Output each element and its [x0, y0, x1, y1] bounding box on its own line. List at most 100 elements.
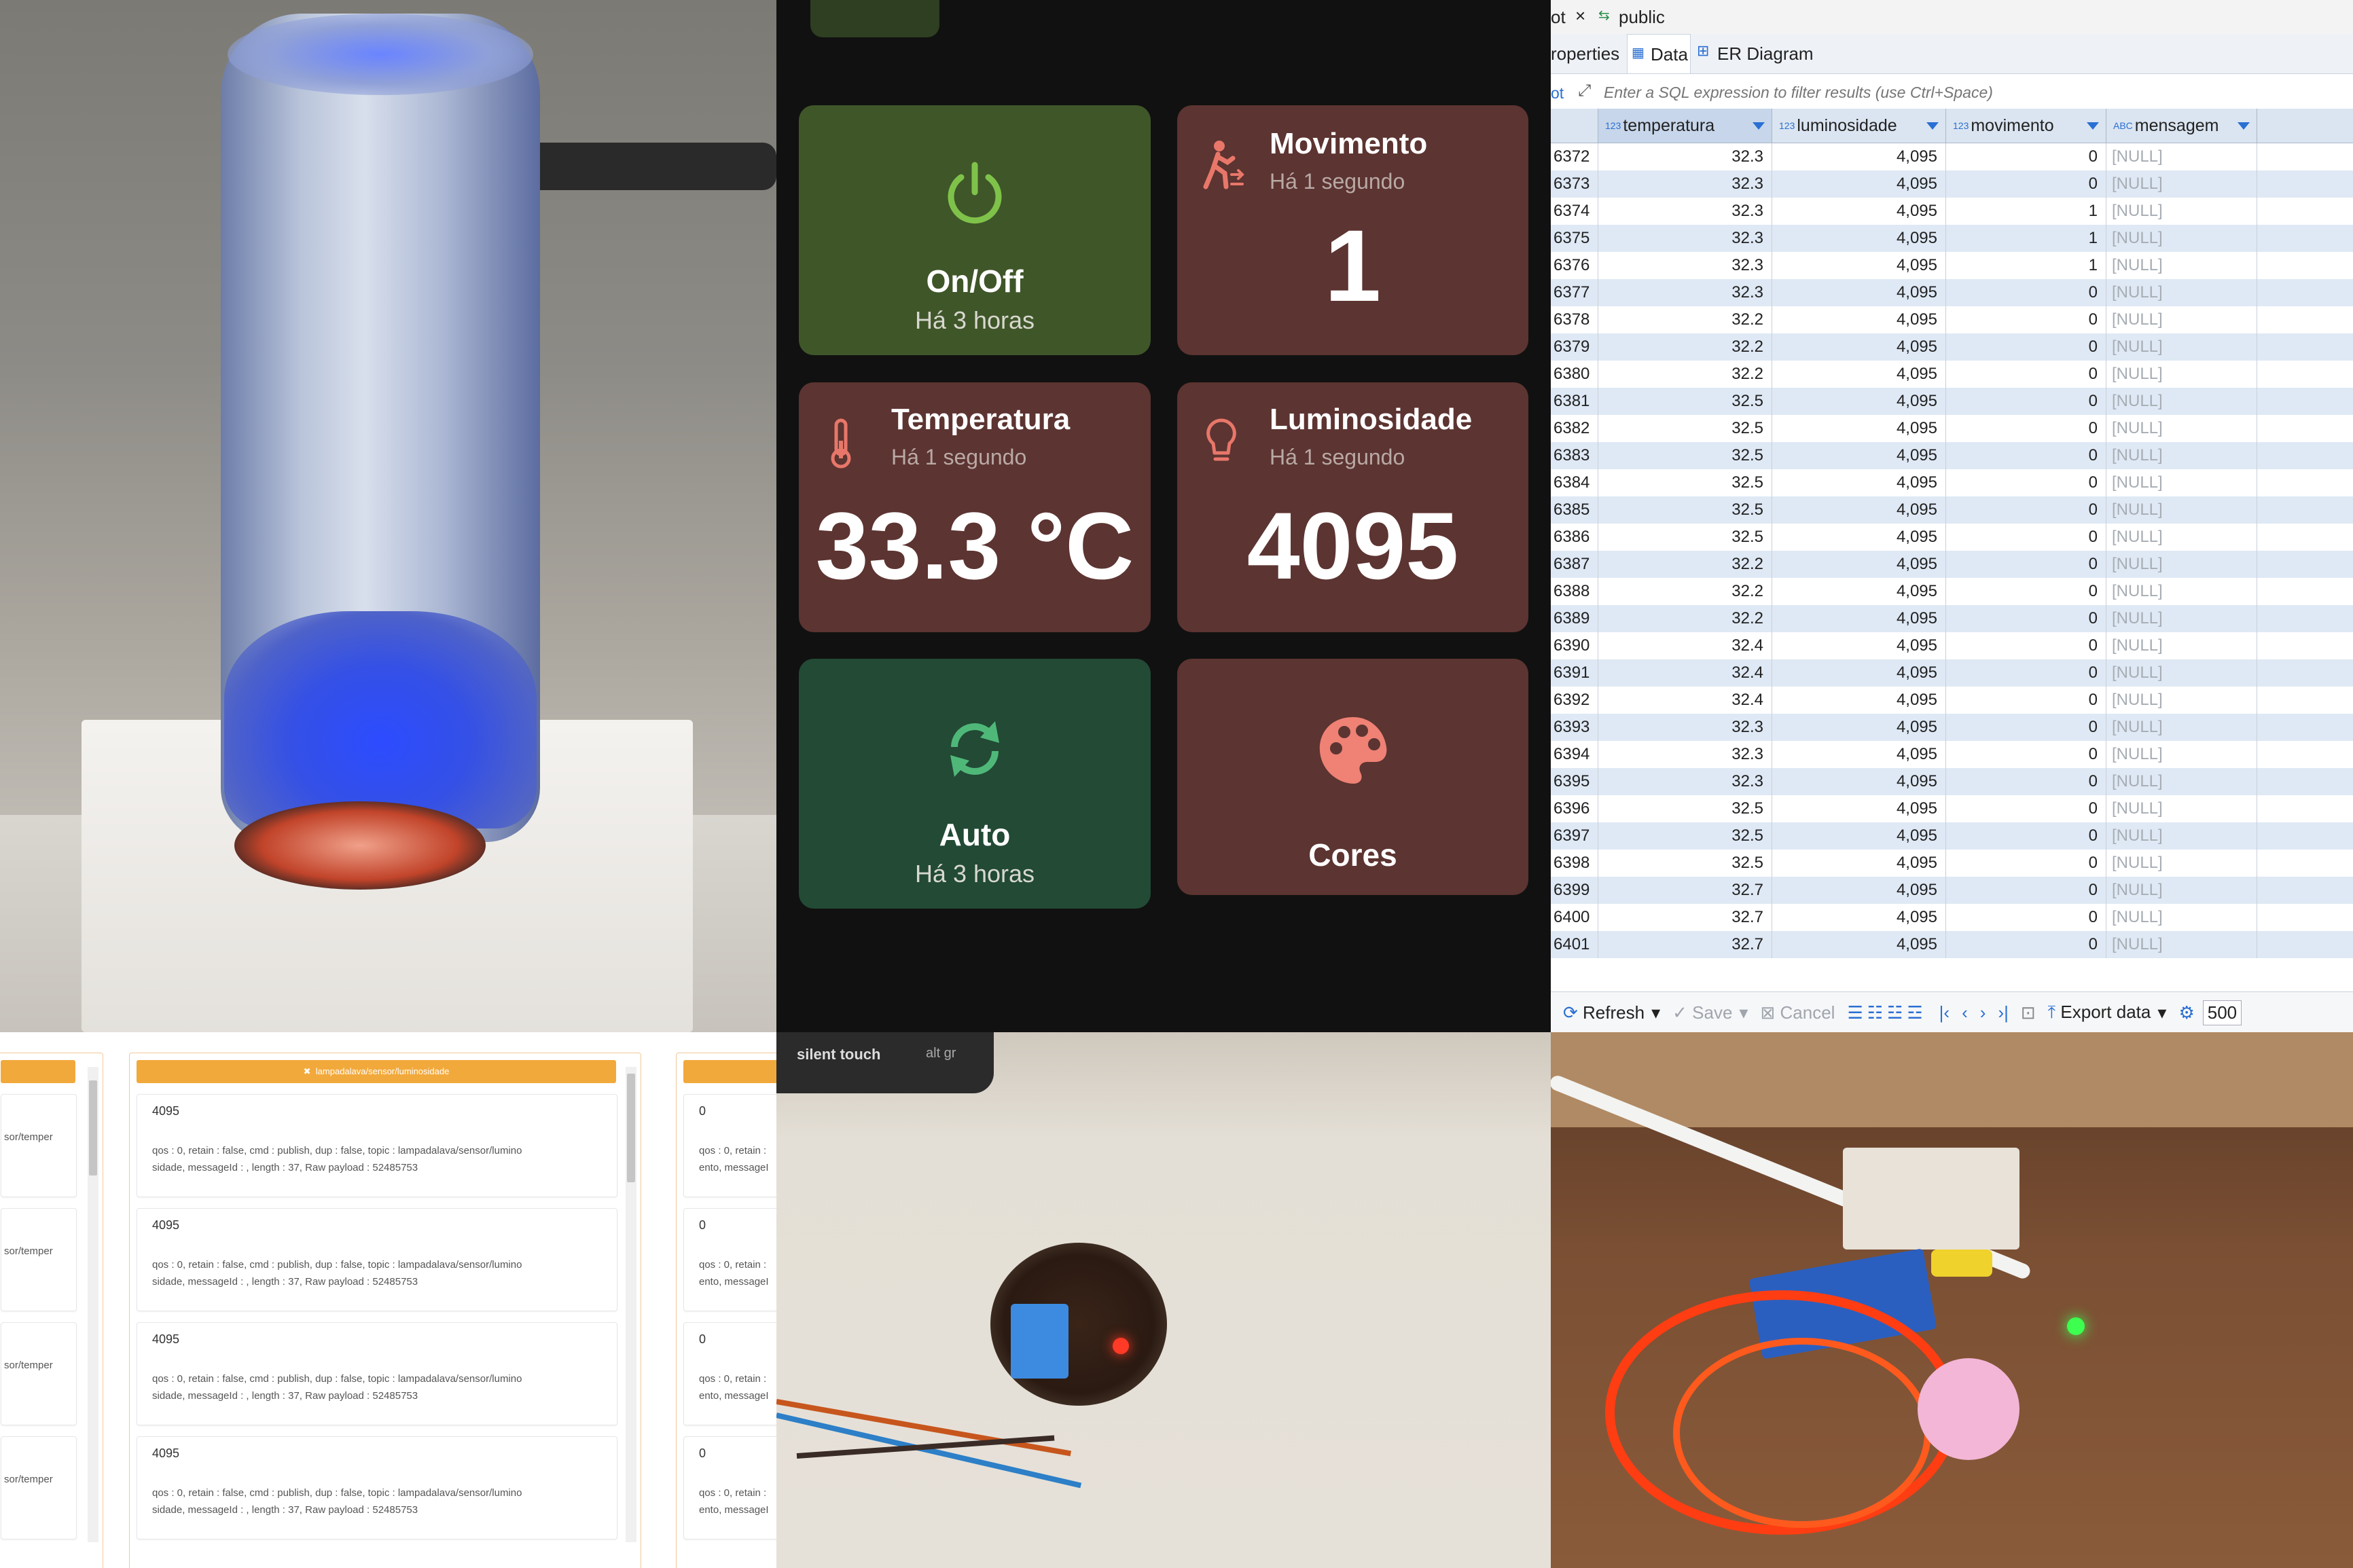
- cell-mensagem[interactable]: [NULL]: [2106, 524, 2257, 551]
- power-card[interactable]: On/Off Há 3 horas: [799, 105, 1151, 355]
- table-row[interactable]: 6400 32.7 4,095 0 [NULL]: [1551, 904, 2353, 931]
- row-number[interactable]: 6381: [1551, 388, 1598, 415]
- cell-luminosidade[interactable]: 4,095: [1772, 225, 1946, 252]
- cell-temperatura[interactable]: 32.7: [1598, 877, 1772, 904]
- row-number[interactable]: 6373: [1551, 170, 1598, 198]
- cell-luminosidade[interactable]: 4,095: [1772, 822, 1946, 850]
- cell-movimento[interactable]: 0: [1946, 361, 2106, 388]
- cell-mensagem[interactable]: [NULL]: [2106, 333, 2257, 361]
- colors-card[interactable]: Cores: [1177, 659, 1528, 895]
- table-row[interactable]: 6398 32.5 4,095 0 [NULL]: [1551, 850, 2353, 877]
- table-row[interactable]: 6373 32.3 4,095 0 [NULL]: [1551, 170, 2353, 198]
- cell-movimento[interactable]: 0: [1946, 442, 2106, 469]
- table-row[interactable]: 6382 32.5 4,095 0 [NULL]: [1551, 415, 2353, 442]
- cell-mensagem[interactable]: [NULL]: [2106, 904, 2257, 931]
- cell-mensagem[interactable]: [NULL]: [2106, 850, 2257, 877]
- cell-movimento[interactable]: 0: [1946, 931, 2106, 958]
- row-number[interactable]: 6379: [1551, 333, 1598, 361]
- cell-mensagem[interactable]: [NULL]: [2106, 822, 2257, 850]
- table-row[interactable]: 6391 32.4 4,095 0 [NULL]: [1551, 659, 2353, 687]
- chevron-down-icon[interactable]: [2087, 122, 2099, 130]
- cell-temperatura[interactable]: 32.2: [1598, 551, 1772, 578]
- cell-mensagem[interactable]: [NULL]: [2106, 931, 2257, 958]
- cell-temperatura[interactable]: 32.3: [1598, 225, 1772, 252]
- message-card[interactable]: 0 qos : 0, retain : ento, messageI: [683, 1436, 776, 1539]
- row-number[interactable]: 6385: [1551, 496, 1598, 524]
- cell-mensagem[interactable]: [NULL]: [2106, 170, 2257, 198]
- refresh-dropdown-icon[interactable]: ▾: [1651, 1002, 1660, 1023]
- cell-luminosidade[interactable]: 4,095: [1772, 605, 1946, 632]
- cell-temperatura[interactable]: 32.7: [1598, 904, 1772, 931]
- message-card[interactable]: 4095 qos : 0, retain : false, cmd : publi…: [137, 1436, 617, 1539]
- row-number[interactable]: 6393: [1551, 714, 1598, 741]
- message-card[interactable]: 0 qos : 0, retain : ento, messageI: [683, 1208, 776, 1311]
- cell-temperatura[interactable]: 32.5: [1598, 388, 1772, 415]
- cell-temperatura[interactable]: 32.3: [1598, 279, 1772, 306]
- cell-temperatura[interactable]: 32.3: [1598, 143, 1772, 170]
- cell-mensagem[interactable]: [NULL]: [2106, 388, 2257, 415]
- table-row[interactable]: 6384 32.5 4,095 0 [NULL]: [1551, 469, 2353, 496]
- row-number[interactable]: 6383: [1551, 442, 1598, 469]
- cell-temperatura[interactable]: 32.2: [1598, 578, 1772, 605]
- table-row[interactable]: 6379 32.2 4,095 0 [NULL]: [1551, 333, 2353, 361]
- row-number[interactable]: 6399: [1551, 877, 1598, 904]
- row-number[interactable]: 6388: [1551, 578, 1598, 605]
- cell-mensagem[interactable]: [NULL]: [2106, 714, 2257, 741]
- cell-mensagem[interactable]: [NULL]: [2106, 442, 2257, 469]
- filter-input[interactable]: [1602, 80, 2346, 105]
- close-icon[interactable]: ✖: [304, 1066, 311, 1076]
- cell-luminosidade[interactable]: 4,095: [1772, 795, 1946, 822]
- table-row[interactable]: 6381 32.5 4,095 0 [NULL]: [1551, 388, 2353, 415]
- cell-movimento[interactable]: 0: [1946, 904, 2106, 931]
- table-row[interactable]: 6396 32.5 4,095 0 [NULL]: [1551, 795, 2353, 822]
- cell-mensagem[interactable]: [NULL]: [2106, 578, 2257, 605]
- tab-properties[interactable]: roperties: [1551, 43, 1619, 65]
- cell-movimento[interactable]: 0: [1946, 714, 2106, 741]
- cell-movimento[interactable]: 0: [1946, 170, 2106, 198]
- cell-temperatura[interactable]: 32.5: [1598, 496, 1772, 524]
- cell-temperatura[interactable]: 32.5: [1598, 795, 1772, 822]
- cell-luminosidade[interactable]: 4,095: [1772, 659, 1946, 687]
- cell-luminosidade[interactable]: 4,095: [1772, 768, 1946, 795]
- table-row[interactable]: 6399 32.7 4,095 0 [NULL]: [1551, 877, 2353, 904]
- next-page-icon[interactable]: ›: [1980, 1002, 1986, 1023]
- scrollbar-thumb[interactable]: [89, 1080, 97, 1175]
- cell-temperatura[interactable]: 32.3: [1598, 741, 1772, 768]
- save-dropdown-icon[interactable]: ▾: [1739, 1002, 1748, 1023]
- chevron-down-icon[interactable]: [1926, 122, 1939, 130]
- table-row[interactable]: 6375 32.3 4,095 1 [NULL]: [1551, 225, 2353, 252]
- cell-temperatura[interactable]: 32.7: [1598, 931, 1772, 958]
- cell-temperatura[interactable]: 32.4: [1598, 687, 1772, 714]
- table-row[interactable]: 6392 32.4 4,095 0 [NULL]: [1551, 687, 2353, 714]
- cell-mensagem[interactable]: [NULL]: [2106, 795, 2257, 822]
- cell-temperatura[interactable]: 32.2: [1598, 306, 1772, 333]
- cell-mensagem[interactable]: [NULL]: [2106, 415, 2257, 442]
- cell-temperatura[interactable]: 32.5: [1598, 524, 1772, 551]
- table-row[interactable]: 6385 32.5 4,095 0 [NULL]: [1551, 496, 2353, 524]
- cell-movimento[interactable]: 0: [1946, 850, 2106, 877]
- table-row[interactable]: 6388 32.2 4,095 0 [NULL]: [1551, 578, 2353, 605]
- table-row[interactable]: 6386 32.5 4,095 0 [NULL]: [1551, 524, 2353, 551]
- cell-mensagem[interactable]: [NULL]: [2106, 605, 2257, 632]
- cell-mensagem[interactable]: [NULL]: [2106, 741, 2257, 768]
- cell-mensagem[interactable]: [NULL]: [2106, 768, 2257, 795]
- luminosity-card[interactable]: Luminosidade Há 1 segundo 4095: [1177, 382, 1528, 632]
- row-number[interactable]: 6372: [1551, 143, 1598, 170]
- row-number[interactable]: 6391: [1551, 659, 1598, 687]
- cell-luminosidade[interactable]: 4,095: [1772, 198, 1946, 225]
- cell-movimento[interactable]: 0: [1946, 333, 2106, 361]
- table-row[interactable]: 6377 32.3 4,095 0 [NULL]: [1551, 279, 2353, 306]
- cell-mensagem[interactable]: [NULL]: [2106, 659, 2257, 687]
- cell-movimento[interactable]: 0: [1946, 306, 2106, 333]
- cell-luminosidade[interactable]: 4,095: [1772, 388, 1946, 415]
- cell-movimento[interactable]: 0: [1946, 659, 2106, 687]
- cell-mensagem[interactable]: [NULL]: [2106, 632, 2257, 659]
- cell-luminosidade[interactable]: 4,095: [1772, 252, 1946, 279]
- cell-luminosidade[interactable]: 4,095: [1772, 551, 1946, 578]
- cell-temperatura[interactable]: 32.3: [1598, 768, 1772, 795]
- row-number[interactable]: 6397: [1551, 822, 1598, 850]
- cell-movimento[interactable]: 0: [1946, 143, 2106, 170]
- tab-fragment[interactable]: ot: [1551, 7, 1566, 28]
- scrollbar[interactable]: [88, 1067, 98, 1542]
- tab-er-diagram[interactable]: ER Diagram: [1717, 43, 1814, 65]
